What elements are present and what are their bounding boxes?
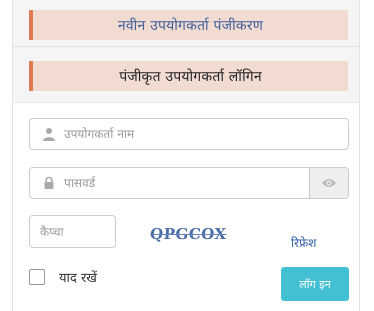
username-input[interactable] xyxy=(64,127,348,141)
captcha-image: QPGCOX xyxy=(149,225,228,243)
show-password-button[interactable] xyxy=(309,168,348,198)
password-input[interactable] xyxy=(64,176,304,190)
registration-label: नवीन उपयोगकर्ता पंजीकरण xyxy=(117,17,264,34)
password-field[interactable] xyxy=(29,167,349,199)
new-user-registration-link[interactable]: नवीन उपयोगकर्ता पंजीकरण xyxy=(29,10,348,40)
login-heading-banner: पंजीकृत उपयोगकर्ता लॉगिन xyxy=(29,61,348,91)
login-heading: पंजीकृत उपयोगकर्ता लॉगिन xyxy=(119,68,262,85)
username-field[interactable] xyxy=(29,118,349,150)
captcha-field[interactable] xyxy=(29,215,116,248)
lock-icon xyxy=(44,176,54,189)
captcha-input[interactable] xyxy=(40,224,115,239)
eye-icon xyxy=(322,179,336,187)
remember-me-checkbox[interactable] xyxy=(29,269,45,285)
user-icon xyxy=(43,128,55,141)
refresh-captcha-link[interactable]: रिफ्रेश xyxy=(291,234,316,251)
login-button[interactable]: लॉग इन xyxy=(281,267,349,301)
remember-me[interactable]: याद रखें xyxy=(29,268,97,286)
remember-me-label: याद रखें xyxy=(59,271,97,286)
